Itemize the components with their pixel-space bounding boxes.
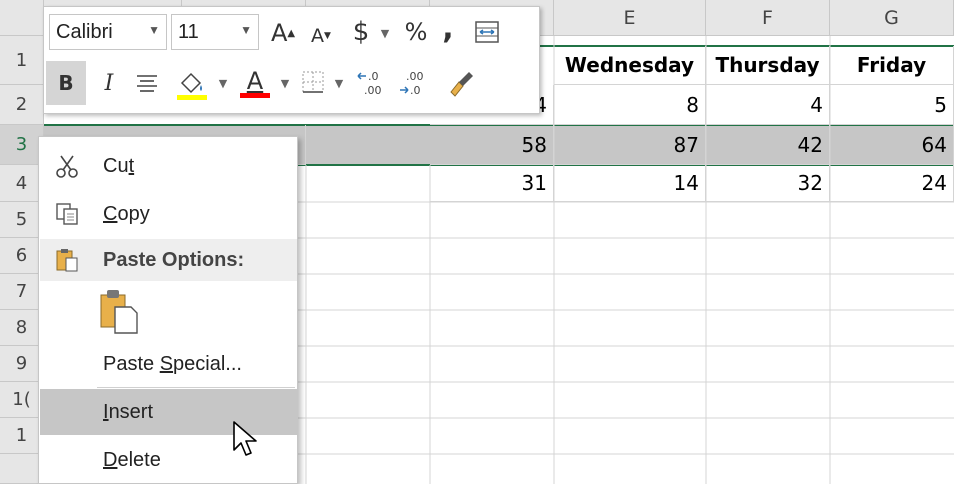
label-accelerator: C xyxy=(103,202,118,225)
label-part: pecial... xyxy=(173,352,242,375)
menu-item-label: Paste Special... xyxy=(103,353,242,376)
label-accelerator: t xyxy=(128,154,135,177)
label-accelerator: D xyxy=(103,448,118,471)
mini-toolbar: Calibri ▼ 11 ▼ A ▲ A ▼ $ ▼ % , B I ▼ A ▼ ▼… xyxy=(43,6,540,114)
font-color-bar xyxy=(240,92,270,98)
font-size-combo[interactable]: 11 ▼ xyxy=(171,14,259,50)
chevron-down-icon: ▼ xyxy=(240,23,252,37)
chevron-down-icon[interactable]: ▼ xyxy=(332,73,346,93)
menu-item-label: Delete xyxy=(103,449,161,472)
comma-style-icon[interactable]: , xyxy=(436,10,460,46)
align-center-icon[interactable] xyxy=(132,67,162,99)
mouse-pointer-icon xyxy=(233,421,257,456)
menu-item-label: Cut xyxy=(103,155,134,178)
chevron-down-icon[interactable]: ▼ xyxy=(377,23,393,43)
label-part: Cu xyxy=(103,154,129,177)
chevron-down-icon[interactable]: ▼ xyxy=(278,73,292,93)
menu-item-cut[interactable]: Cut xyxy=(40,143,297,189)
scissors-icon xyxy=(52,151,82,181)
svg-text:.0: .0 xyxy=(368,70,379,83)
currency-glyph: $ xyxy=(352,17,370,47)
font-name-value: Calibri xyxy=(56,20,113,43)
label-part: opy xyxy=(117,202,150,225)
svg-text:.0: .0 xyxy=(410,84,421,97)
bold-button[interactable]: B xyxy=(46,61,86,105)
menu-item-copy[interactable]: Copy xyxy=(40,191,297,237)
decrease-font-size-icon[interactable]: A ▼ xyxy=(306,21,336,51)
bold-glyph: B xyxy=(58,71,74,95)
percent-style-icon[interactable]: % xyxy=(400,15,432,49)
chevron-down-icon: ▼ xyxy=(148,23,160,37)
svg-text:.00: .00 xyxy=(364,84,382,97)
merge-center-icon[interactable] xyxy=(472,17,502,47)
comma-glyph: , xyxy=(442,10,454,46)
label-accelerator: S xyxy=(159,352,174,375)
paste-option-paste-icon[interactable] xyxy=(97,287,141,335)
copy-icon xyxy=(52,199,82,229)
chevron-down-icon[interactable]: ▼ xyxy=(216,73,230,93)
menu-separator xyxy=(97,387,295,388)
italic-glyph: I xyxy=(104,70,114,96)
fill-color-icon[interactable] xyxy=(172,63,212,103)
paste-options-header: Paste Options: xyxy=(40,239,297,281)
label-part: elete xyxy=(117,448,161,471)
decrease-decimal-icon[interactable]: .00.0 xyxy=(396,65,434,101)
format-painter-icon[interactable] xyxy=(442,65,482,101)
menu-item-label: Paste Options: xyxy=(103,248,245,271)
label-part: nsert xyxy=(108,400,154,423)
percent-glyph: % xyxy=(404,18,428,46)
label-part: Paste xyxy=(103,352,160,375)
italic-button[interactable]: I xyxy=(94,65,124,101)
font-name-combo[interactable]: Calibri ▼ xyxy=(49,14,167,50)
increase-decimal-icon[interactable]: .0.00 xyxy=(354,65,392,101)
menu-item-label: Insert xyxy=(103,401,153,424)
svg-text:.00: .00 xyxy=(406,70,424,83)
increase-font-size-icon[interactable]: A ▲ xyxy=(266,17,300,49)
clipboard-icon xyxy=(52,245,82,275)
menu-item-label: Copy xyxy=(103,203,150,226)
font-color-glyph: A xyxy=(246,66,264,95)
font-size-value: 11 xyxy=(178,20,199,43)
accounting-format-icon[interactable]: $ xyxy=(347,15,375,49)
font-color-icon[interactable]: A xyxy=(236,63,274,103)
borders-icon[interactable] xyxy=(298,67,328,97)
menu-item-paste-special[interactable]: Paste Special... xyxy=(40,341,297,387)
